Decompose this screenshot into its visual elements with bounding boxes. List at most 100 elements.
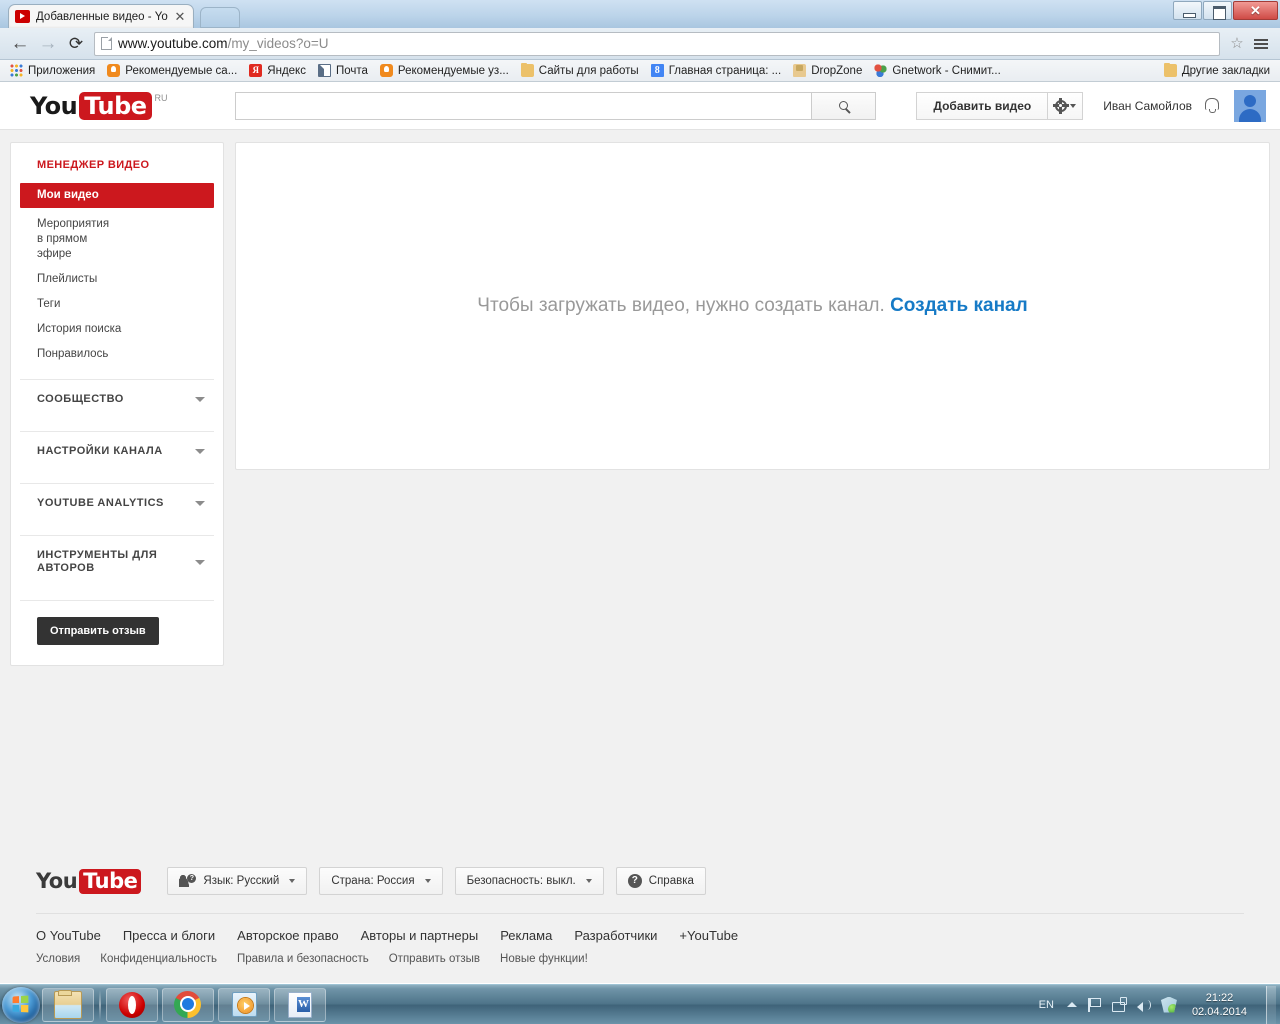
bookmark-dropzone[interactable]: DropZone (787, 62, 868, 80)
footer-link-new-features[interactable]: Новые функции! (500, 953, 588, 965)
minimize-button[interactable] (1173, 1, 1202, 20)
footer-link-copyright[interactable]: Авторское право (237, 928, 338, 943)
sidebar-group-community[interactable]: СООБЩЕСТВО (11, 380, 223, 419)
taskbar-item-opera[interactable] (106, 987, 158, 1022)
send-feedback-button[interactable]: Отправить отзыв (37, 617, 159, 645)
chevron-down-icon (195, 559, 205, 565)
taskbar-item-explorer[interactable] (42, 987, 94, 1022)
bookmark-apps[interactable]: Приложения (4, 62, 101, 80)
country-selector-label: Страна: Россия (331, 875, 415, 887)
show-desktop-button[interactable] (1266, 985, 1276, 1024)
sidebar: МЕНЕДЖЕР ВИДЕО Мои видео Мероприятия в п… (10, 142, 224, 666)
taskbar-item-chrome[interactable] (162, 987, 214, 1022)
bookmark-star-icon[interactable]: ☆ (1226, 36, 1248, 51)
main-content-panel: Чтобы загружать видео, нужно создать кан… (235, 142, 1270, 470)
close-window-button[interactable]: ✕ (1233, 1, 1278, 20)
bookmark-work-sites[interactable]: Сайты для работы (515, 62, 645, 80)
upload-video-button[interactable]: Добавить видео (916, 91, 1048, 120)
help-button[interactable]: ? Справка (615, 867, 706, 895)
language-selector-button[interactable]: Язык: Русский (167, 867, 308, 895)
safety-mode-button[interactable]: Безопасность: выкл. (454, 867, 604, 895)
close-tab-icon[interactable]: ✕ (173, 10, 187, 24)
logo-you: You (30, 91, 78, 120)
url-path: /my_videos?o=U (227, 36, 329, 51)
sidebar-divider (20, 600, 214, 601)
footer-primary-links: О YouTube Пресса и блоги Авторское право… (0, 914, 1280, 943)
show-hidden-icons-chevron-icon[interactable] (1066, 1002, 1077, 1007)
taskbar-item-media-player[interactable] (218, 987, 270, 1022)
footer-link-about[interactable]: О YouTube (36, 928, 101, 943)
address-bar[interactable]: www.youtube.com/my_videos?o=U (94, 31, 1220, 56)
forward-button[interactable]: → (34, 31, 62, 57)
search-button[interactable] (810, 91, 876, 120)
youtube-masthead: You Tube RU Добавить видео Иван Самойлов (0, 82, 1280, 130)
taskbar-clock[interactable]: 21:22 02.04.2014 (1186, 991, 1253, 1019)
footer-link-creators-partners[interactable]: Авторы и партнеры (361, 928, 479, 943)
footer-link-press[interactable]: Пресса и блоги (123, 928, 215, 943)
notifications-bell-icon[interactable] (1204, 98, 1219, 113)
sidebar-group-creator-tools[interactable]: ИНСТРУМЕНТЫ ДЛЯ АВТОРОВ (11, 536, 223, 588)
bookmark-yandex[interactable]: Я Яндекс (243, 62, 312, 80)
footer-link-privacy[interactable]: Конфиденциальность (100, 953, 217, 965)
bookmark-other-folder[interactable]: Другие закладки (1158, 62, 1276, 80)
country-selector-button[interactable]: Страна: Россия (319, 867, 443, 895)
create-channel-link[interactable]: Создать канал (890, 295, 1028, 316)
bookmark-gnetwork[interactable]: Gnetwork - Снимит... (868, 62, 1006, 80)
footer-link-plus-youtube[interactable]: +YouTube (679, 928, 738, 943)
youtube-logo[interactable]: You Tube RU (30, 91, 168, 120)
footer-link-advertising[interactable]: Реклама (500, 928, 552, 943)
chrome-icon (174, 990, 202, 1019)
sidebar-item-my-videos[interactable]: Мои видео (20, 183, 214, 208)
sidebar-item-tags[interactable]: Теги (11, 292, 223, 317)
action-center-flag-icon[interactable] (1086, 997, 1102, 1013)
bookmark-label: Яндекс (267, 64, 306, 77)
volume-icon[interactable] (1136, 997, 1152, 1013)
mail-icon (317, 64, 331, 77)
footer-link-developers[interactable]: Разработчики (574, 928, 657, 943)
tab-title: Добавленные видео - Yo (36, 10, 168, 23)
bulb-icon (107, 64, 121, 77)
sidebar-group-label: ИНСТРУМЕНТЫ ДЛЯ АВТОРОВ (37, 549, 158, 574)
tray-language-indicator[interactable]: EN (1039, 999, 1054, 1011)
account-username[interactable]: Иван Самойлов (1103, 99, 1192, 113)
chrome-menu-icon[interactable] (1248, 31, 1274, 57)
reload-button[interactable]: ⟳ (62, 31, 90, 57)
settings-dropdown-button[interactable] (1047, 91, 1084, 120)
search-input[interactable] (234, 91, 811, 120)
empty-state-message: Чтобы загружать видео, нужно создать кан… (477, 295, 1027, 317)
avatar[interactable] (1234, 89, 1266, 122)
folder-explorer-icon (54, 989, 82, 1019)
browser-toolbar: ← → ⟳ www.youtube.com/my_videos?o=U ☆ (0, 28, 1280, 60)
yandex-icon: Я (249, 64, 263, 77)
chevron-down-icon (195, 501, 205, 506)
bookmark-recommended-nodes[interactable]: Рекомендуемые уз... (374, 62, 515, 80)
sidebar-group-channel-settings[interactable]: НАСТРОЙКИ КАНАЛА (11, 432, 223, 471)
sidebar-item-liked[interactable]: Понравилось (11, 342, 223, 367)
footer-logo[interactable]: You Tube (36, 868, 142, 894)
footer-controls-row: You Tube Язык: Русский Страна: Россия Бе… (36, 851, 1244, 914)
start-button[interactable] (2, 986, 40, 1023)
network-icon[interactable] (1111, 996, 1127, 1013)
folder-icon (520, 62, 534, 77)
sidebar-item-live-events[interactable]: Мероприятия в прямом эфире (11, 212, 121, 267)
browser-tab[interactable]: Добавленные видео - Yo ✕ (8, 4, 194, 28)
security-shield-icon[interactable] (1160, 996, 1177, 1013)
maximize-button[interactable] (1203, 1, 1232, 20)
bookmark-recommended-sites[interactable]: Рекомендуемые са... (101, 62, 243, 80)
back-button[interactable]: ← (6, 31, 34, 57)
new-tab-button[interactable] (200, 7, 240, 28)
footer-link-policy-safety[interactable]: Правила и безопасность (237, 953, 369, 965)
page-body: МЕНЕДЖЕР ВИДЕО Мои видео Мероприятия в п… (0, 130, 1280, 666)
footer-link-send-feedback[interactable]: Отправить отзыв (389, 953, 480, 965)
chevron-down-icon (195, 449, 205, 454)
chevron-down-icon (1069, 103, 1076, 108)
system-tray: EN 21:22 02.04.2014 (1039, 985, 1280, 1024)
bookmark-homepage[interactable]: 8 Главная страница: ... (645, 62, 788, 80)
sidebar-group-analytics[interactable]: YOUTUBE ANALYTICS (11, 484, 223, 523)
taskbar-item-word[interactable] (274, 987, 326, 1022)
sidebar-item-playlists[interactable]: Плейлисты (11, 267, 223, 292)
sidebar-item-search-history[interactable]: История поиска (11, 317, 223, 342)
bookmark-mail[interactable]: Почта (312, 62, 374, 80)
bookmark-label: Gnetwork - Снимит... (892, 64, 1001, 77)
footer-link-terms[interactable]: Условия (36, 953, 80, 965)
